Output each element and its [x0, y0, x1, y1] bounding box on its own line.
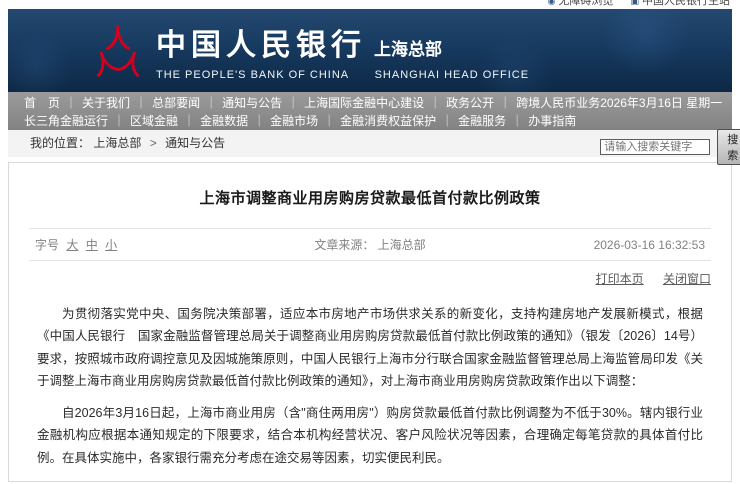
search-button[interactable]: 搜索 — [717, 129, 740, 165]
article-meta-bar: 字号 大 中 小 文章来源： 上海总部 2026-03-16 16:32:53 — [29, 228, 711, 261]
nav-item-financial-market[interactable]: 金融市场 — [270, 114, 318, 128]
site-icon: ▣ — [630, 0, 639, 8]
nav-item-service-guide[interactable]: 办事指南 — [528, 114, 576, 128]
nav-separator: ｜ — [323, 114, 335, 128]
font-size-large[interactable]: 大 — [66, 238, 78, 252]
nav-separator: ｜ — [183, 114, 195, 128]
print-page-link[interactable]: 打印本页 — [596, 272, 644, 286]
close-window-link[interactable]: 关闭窗口 — [663, 272, 711, 286]
nav-item-notices[interactable]: 通知与公告 — [222, 96, 282, 110]
font-size-controls: 字号 大 中 小 — [35, 236, 232, 253]
article-container: 上海市调整商业用房购房贷款最低首付款比例政策 字号 大 中 小 文章来源： 上海… — [8, 162, 732, 482]
branch-name-en: SHANGHAI HEAD OFFICE — [375, 69, 529, 81]
top-utility-bar: ◉无障碍浏览 ▣中国人民银行主站 — [8, 0, 732, 9]
main-nav: 首 页 ｜ 关于我们 ｜ 总部要闻 ｜ 通知与公告 ｜ 上海国际金融中心建设 ｜ 政务公开 ｜ 跨境人民… — [8, 92, 732, 130]
bank-name-en: THE PEOPLE'S BANK OF CHINA — [156, 69, 349, 81]
nav-separator: ｜ — [499, 96, 511, 110]
nav-item-consumer-protection[interactable]: 金融消费权益保护 — [340, 114, 436, 128]
nav-separator: ｜ — [253, 114, 265, 128]
branch-name-cn: 上海总部 — [374, 35, 442, 60]
font-size-label: 字号 — [35, 238, 59, 252]
nav-item-home[interactable]: 首 页 — [24, 96, 60, 110]
source-label: 文章来源： — [314, 238, 374, 252]
print-close-row-top: 打印本页 关闭窗口 — [29, 270, 711, 287]
main-site-label: 中国人民银行主站 — [642, 0, 730, 7]
breadcrumb-prefix: 我的位置： — [30, 136, 90, 150]
breadcrumb-home[interactable]: 上海总部 — [93, 136, 141, 150]
article-paragraph: 自2026年3月16日起，上海市商业用房（含"商住两用房"）购房贷款最低首付款比… — [37, 402, 703, 469]
nav-separator: ｜ — [65, 96, 77, 110]
page: ◉无障碍浏览 ▣中国人民银行主站 人 人 人 中国人民银行 上海总部 THE P… — [0, 0, 740, 482]
header-banner: 人 人 人 中国人民银行 上海总部 THE PEOPLE'S BANK OF C… — [8, 9, 732, 92]
nav-separator: ｜ — [113, 114, 125, 128]
article-paragraph: 为贯彻落实党中央、国务院决策部署，适应本市房地产市场供求关系的新变化，支持构建房… — [37, 303, 703, 392]
nav-item-regional-finance[interactable]: 区域金融 — [130, 114, 178, 128]
bank-name-cn: 中国人民银行 — [156, 20, 366, 64]
nav-right: 2026年3月16日 星期一 搜索 高级搜索 — [600, 94, 740, 130]
nav-item-delta-finance[interactable]: 长三角金融运行 — [24, 114, 108, 128]
main-site-link[interactable]: ▣中国人民银行主站 — [630, 0, 730, 7]
nav-item-financial-center[interactable]: 上海国际金融中心建设 — [304, 96, 424, 110]
accessibility-link[interactable]: ◉无障碍浏览 — [548, 0, 614, 7]
search-input[interactable] — [600, 139, 710, 155]
banner-text: 中国人民银行 上海总部 THE PEOPLE'S BANK OF CHINA S… — [156, 20, 529, 81]
nav-separator: ｜ — [205, 96, 217, 110]
nav-separator: ｜ — [441, 114, 453, 128]
article-datetime: 2026-03-16 16:32:53 — [508, 238, 705, 252]
current-date: 2026年3月16日 星期一 — [600, 95, 740, 112]
nav-row-2: 长三角金融运行 ｜ 区域金融 ｜ 金融数据 ｜ 金融市场 ｜ 金融消费权益保护 ｜ 金融服务 ｜ 办事指… — [24, 112, 600, 130]
accessibility-label: 无障碍浏览 — [558, 0, 613, 7]
nav-item-gov-affairs[interactable]: 政务公开 — [446, 96, 494, 110]
nav-row-1: 首 页 ｜ 关于我们 ｜ 总部要闻 ｜ 通知与公告 ｜ 上海国际金融中心建设 ｜ 政务公开 ｜ 跨境人民… — [24, 94, 600, 112]
nav-item-financial-data[interactable]: 金融数据 — [200, 114, 248, 128]
pboc-emblem-icon: 人 人 人 — [92, 23, 144, 79]
eye-icon: ◉ — [548, 0, 556, 8]
font-size-medium[interactable]: 中 — [86, 238, 98, 252]
source-value: 上海总部 — [378, 238, 426, 252]
article-body: 为贯彻落实党中央、国务院决策部署，适应本市房地产市场供求关系的新变化，支持构建房… — [37, 303, 703, 469]
nav-separator: ｜ — [135, 96, 147, 110]
nav-item-financial-services[interactable]: 金融服务 — [458, 114, 506, 128]
article-source: 文章来源： 上海总部 — [232, 236, 508, 253]
font-size-small[interactable]: 小 — [105, 238, 117, 252]
nav-separator: ｜ — [511, 114, 523, 128]
nav-links: 首 页 ｜ 关于我们 ｜ 总部要闻 ｜ 通知与公告 ｜ 上海国际金融中心建设 ｜ 政务公开 ｜ 跨境人民… — [24, 94, 600, 130]
breadcrumb-current[interactable]: 通知与公告 — [165, 136, 225, 150]
nav-separator: ｜ — [287, 96, 299, 110]
nav-item-hq-news[interactable]: 总部要闻 — [152, 96, 200, 110]
nav-item-about[interactable]: 关于我们 — [82, 96, 130, 110]
breadcrumb-separator: > — [150, 136, 157, 150]
nav-item-crossborder-rmb[interactable]: 跨境人民币业务 — [516, 96, 600, 110]
page-title: 上海市调整商业用房购房贷款最低首付款比例政策 — [29, 187, 711, 208]
nav-separator: ｜ — [429, 96, 441, 110]
